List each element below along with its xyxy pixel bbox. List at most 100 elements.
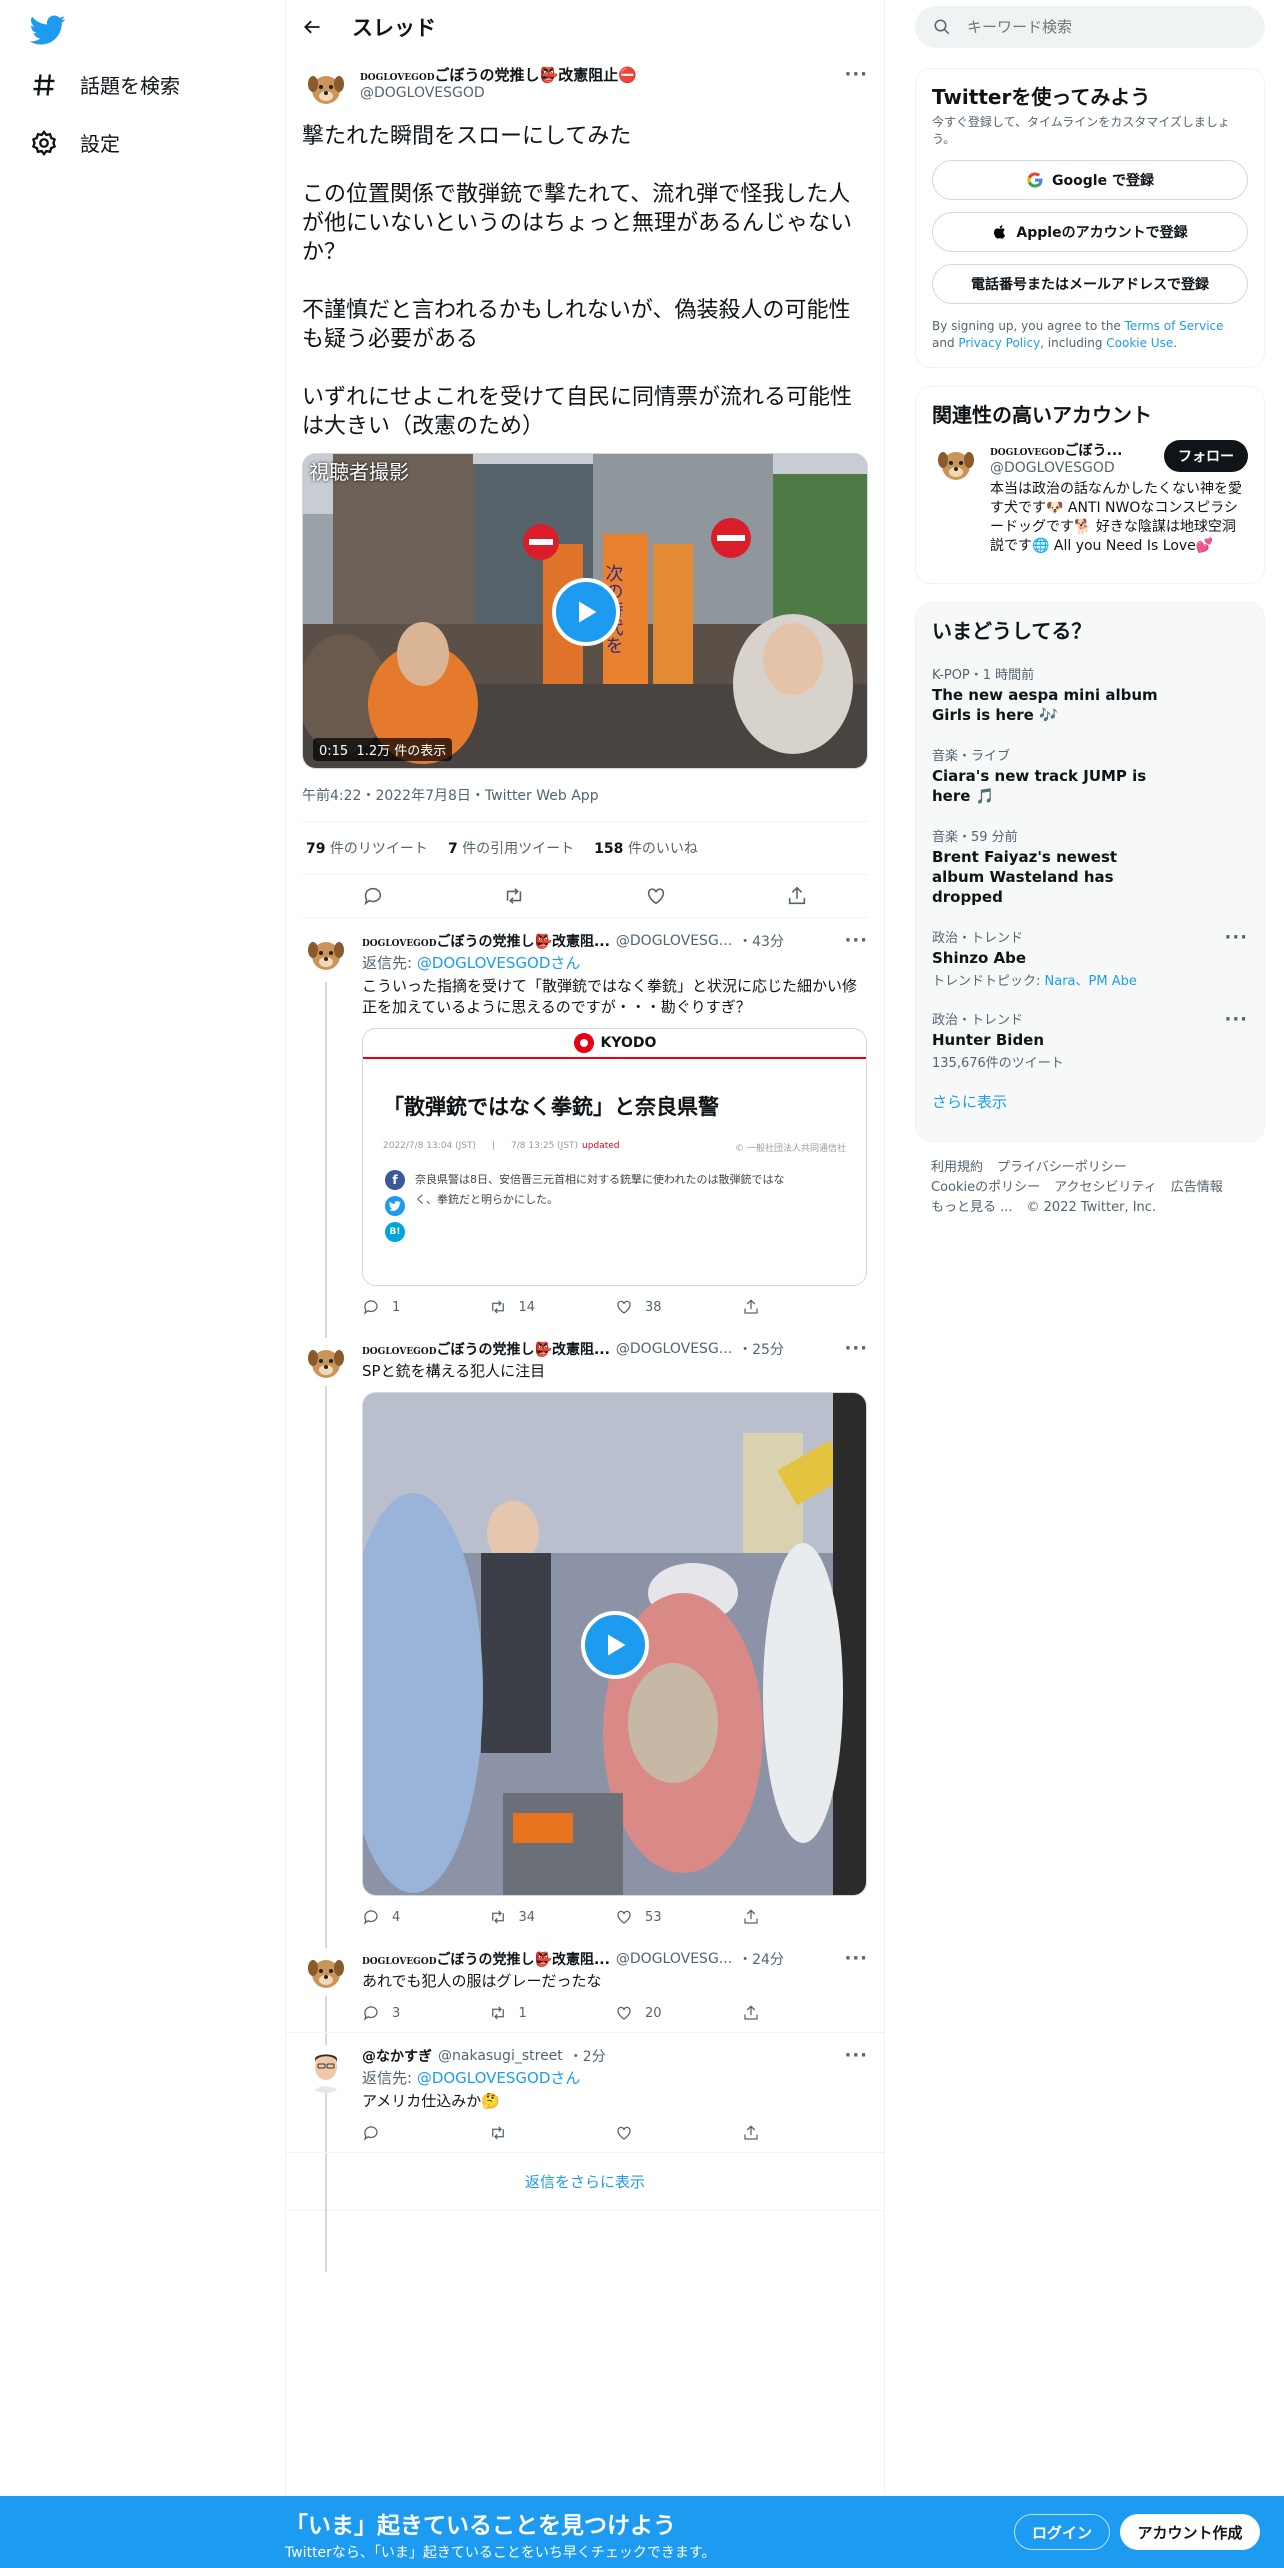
footer-privacy[interactable]: プライバシーポリシー bbox=[997, 1160, 1127, 1175]
share-button[interactable] bbox=[742, 1908, 869, 1926]
like-count[interactable]: 158 件のいいね bbox=[594, 838, 698, 858]
retweet-button[interactable]: 34 bbox=[489, 1908, 616, 1926]
privacy-link[interactable]: Privacy Policy bbox=[958, 336, 1040, 350]
avatar[interactable] bbox=[302, 930, 350, 978]
trend-item[interactable]: 音楽・59 分前 Brent Faiyaz's newest album Was… bbox=[916, 816, 1264, 917]
trend-item[interactable]: 音楽・ライブ Ciara's new track JUMP is here 🎵 bbox=[916, 735, 1264, 816]
share-icon bbox=[743, 1909, 758, 1924]
nav-settings[interactable]: 設定 bbox=[30, 128, 120, 157]
play-button[interactable] bbox=[581, 1611, 649, 1679]
author-name[interactable]: DOGLOVEGODごぼうの党推し👺改憲阻止⛔ bbox=[360, 64, 637, 85]
back-arrow-icon[interactable] bbox=[302, 17, 322, 37]
phone-signup-button[interactable]: 電話番号またはメールアドレスで登録 bbox=[932, 264, 1248, 304]
retweet-count[interactable]: 79 件のリツイート bbox=[306, 838, 428, 858]
author-name[interactable]: DOGLOVEGODごぼうの党推し👺改憲阻... bbox=[362, 931, 610, 951]
reply-time[interactable]: ・43分 bbox=[738, 931, 784, 951]
avatar[interactable] bbox=[302, 1948, 350, 1996]
related-name[interactable]: DOGLOVEGODごぼう... bbox=[990, 440, 1158, 460]
like-icon[interactable] bbox=[645, 885, 667, 907]
more-options-icon[interactable]: ··· bbox=[844, 1338, 868, 1359]
hatena-icon[interactable]: B! bbox=[385, 1222, 405, 1242]
more-options-icon[interactable]: ··· bbox=[844, 1948, 868, 1969]
share-button[interactable] bbox=[742, 1298, 869, 1316]
like-button[interactable]: 38 bbox=[615, 1298, 742, 1316]
avatar[interactable] bbox=[932, 440, 980, 488]
retweet-button[interactable]: 14 bbox=[489, 1298, 616, 1316]
search-input[interactable] bbox=[967, 18, 1217, 36]
terms-link[interactable]: Terms of Service bbox=[1125, 319, 1224, 333]
footer-accessibility[interactable]: アクセシビリティ bbox=[1054, 1180, 1157, 1195]
cookie-link[interactable]: Cookie Use bbox=[1106, 336, 1173, 350]
author-handle[interactable]: @DOGLOVESG... bbox=[616, 1951, 732, 1967]
create-account-button[interactable]: アカウント作成 bbox=[1120, 2514, 1260, 2550]
trend-item[interactable]: K-POP・1 時間前 The new aespa mini album Gir… bbox=[916, 654, 1264, 735]
trends-show-more[interactable]: さらに表示 bbox=[916, 1081, 1264, 1122]
reply-button[interactable] bbox=[362, 2124, 489, 2142]
video-player[interactable]: 次の時代を 視聴者撮影 0:15 1.2万 件の表示 bbox=[302, 453, 868, 769]
tweet-timestamp[interactable]: 午前4:22・2022年7月8日・Twitter Web App bbox=[302, 769, 868, 822]
author-name[interactable]: DOGLOVEGODごぼうの党推し👺改憲阻... bbox=[362, 1949, 610, 1969]
reply-time[interactable]: ・24分 bbox=[738, 1949, 784, 1969]
author-name[interactable]: @なかすぎ bbox=[362, 2046, 432, 2066]
reply-button[interactable]: 4 bbox=[362, 1908, 489, 1926]
author-handle[interactable]: @DOGLOVESG... bbox=[616, 933, 732, 949]
share-button[interactable] bbox=[742, 2124, 869, 2142]
reply-time[interactable]: ・2分 bbox=[569, 2046, 606, 2066]
share-button[interactable] bbox=[742, 2004, 869, 2022]
follow-button[interactable]: フォロー bbox=[1164, 440, 1248, 472]
reply-button[interactable]: 1 bbox=[362, 1298, 489, 1316]
like-button[interactable]: 20 bbox=[615, 2004, 742, 2022]
facebook-icon[interactable]: f bbox=[385, 1170, 405, 1190]
reply-tweet[interactable]: DOGLOVEGODごぼうの党推し👺改憲阻... @DOGLOVESG... ・… bbox=[286, 1936, 884, 2033]
like-button[interactable] bbox=[615, 2124, 742, 2142]
quote-count[interactable]: 7 件の引用ツイート bbox=[448, 838, 574, 858]
author-handle[interactable]: @DOGLOVESG... bbox=[616, 1341, 732, 1357]
reply-tweet[interactable]: DOGLOVEGODごぼうの党推し👺改憲阻... @DOGLOVESG... ・… bbox=[286, 1326, 884, 1936]
reply-to-handle[interactable]: @DOGLOVESGOD bbox=[417, 954, 551, 972]
footer-ads[interactable]: 広告情報 bbox=[1171, 1180, 1223, 1195]
trend-item[interactable]: 政治・トレンド Shinzo Abe トレンドトピック: Nara、PM Abe… bbox=[916, 917, 1264, 999]
footer-terms[interactable]: 利用規約 bbox=[931, 1160, 983, 1175]
avatar[interactable] bbox=[302, 2045, 350, 2093]
related-account[interactable]: DOGLOVEGODごぼう... @DOGLOVESGOD フォロー 本当は政治… bbox=[916, 428, 1264, 568]
more-options-icon[interactable]: ··· bbox=[844, 64, 868, 85]
reply-tweet[interactable]: DOGLOVEGODごぼうの党推し👺改憲阻... @DOGLOVESG... ・… bbox=[286, 918, 884, 2272]
video-player[interactable] bbox=[362, 1392, 867, 1896]
play-button[interactable] bbox=[552, 578, 620, 646]
google-signup-button[interactable]: Google で登録 bbox=[932, 160, 1248, 200]
reply-icon[interactable] bbox=[362, 885, 384, 907]
apple-signup-button[interactable]: Appleのアカウントで登録 bbox=[932, 212, 1248, 252]
retweet-button[interactable]: 1 bbox=[489, 2004, 616, 2022]
share-icon[interactable] bbox=[786, 885, 808, 907]
avatar[interactable] bbox=[302, 1338, 350, 1386]
search-bar[interactable] bbox=[915, 6, 1265, 48]
twitter-logo-icon[interactable] bbox=[30, 12, 66, 48]
nav-explore[interactable]: 話題を検索 bbox=[30, 70, 180, 99]
more-options-icon[interactable]: ··· bbox=[1224, 927, 1248, 948]
trend-topic-links[interactable]: Nara、PM Abe bbox=[1045, 974, 1137, 989]
signup-card: Twitterを使ってみよう 今すぐ登録して、タイムラインをカスタマイズしましょ… bbox=[915, 68, 1265, 368]
more-options-icon[interactable]: ··· bbox=[1224, 1009, 1248, 1030]
show-more-replies-link[interactable]: 返信をさらに表示 bbox=[286, 2153, 884, 2211]
trend-item[interactable]: 政治・トレンド Hunter Biden 135,676件のツイート ··· bbox=[916, 999, 1264, 1081]
related-handle[interactable]: @DOGLOVESGOD bbox=[990, 460, 1158, 476]
avatar[interactable] bbox=[302, 64, 350, 112]
reply-to-handle[interactable]: @DOGLOVESGOD bbox=[417, 2069, 551, 2087]
retweet-button[interactable] bbox=[489, 2124, 616, 2142]
footer-more[interactable]: もっと見る ... bbox=[931, 1200, 1013, 1215]
author-name[interactable]: DOGLOVEGODごぼうの党推し👺改憲阻... bbox=[362, 1339, 610, 1359]
signup-title: Twitterを使ってみよう bbox=[932, 85, 1151, 109]
reply-button[interactable]: 3 bbox=[362, 2004, 489, 2022]
author-handle[interactable]: @DOGLOVESGOD bbox=[360, 85, 637, 101]
link-card-kyodo[interactable]: KYODO 「散弾銃ではなく拳銃」と奈良県警 2022/7/8 13:04 (J… bbox=[362, 1028, 867, 1286]
more-options-icon[interactable]: ··· bbox=[844, 930, 868, 951]
more-options-icon[interactable]: ··· bbox=[844, 2045, 868, 2066]
login-button[interactable]: ログイン bbox=[1014, 2514, 1110, 2550]
reply-tweet[interactable]: @なかすぎ @nakasugi_street ・2分 ··· 返信先: @DOG… bbox=[286, 2033, 884, 2153]
reply-time[interactable]: ・25分 bbox=[738, 1339, 784, 1359]
footer-cookie[interactable]: Cookieのポリシー bbox=[931, 1180, 1040, 1195]
twitter-share-icon[interactable] bbox=[385, 1196, 405, 1216]
author-handle[interactable]: @nakasugi_street bbox=[438, 2048, 563, 2064]
retweet-icon[interactable] bbox=[503, 885, 525, 907]
like-button[interactable]: 53 bbox=[615, 1908, 742, 1926]
